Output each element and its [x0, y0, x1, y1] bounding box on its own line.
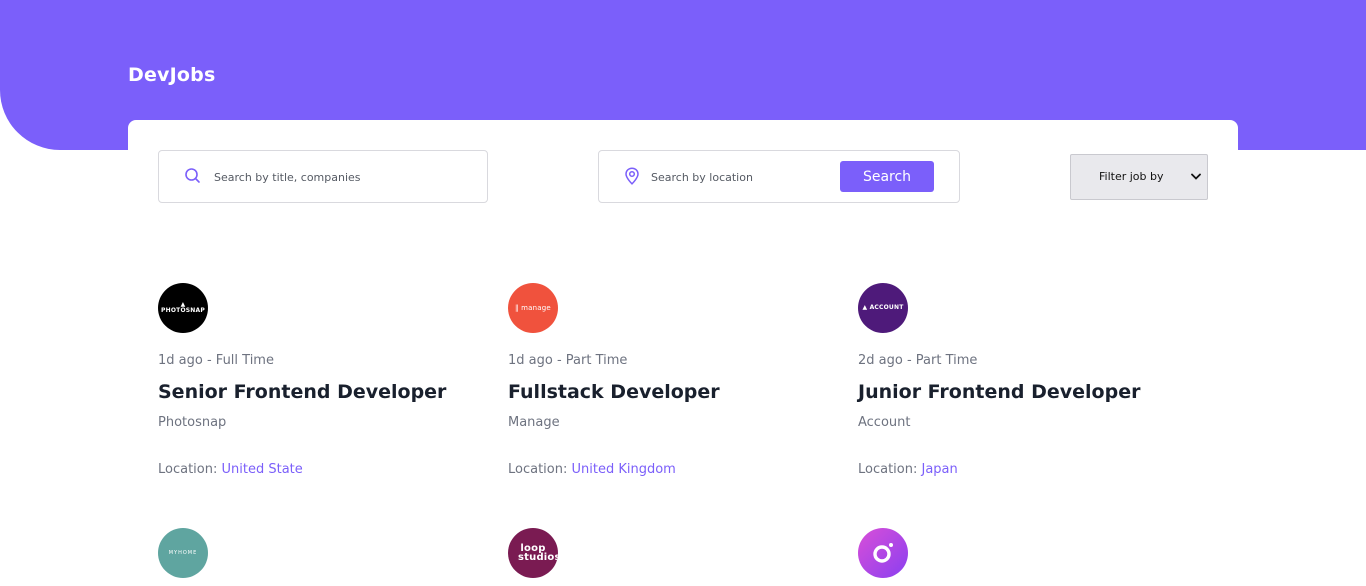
filter-job-label: Filter job by — [1099, 170, 1164, 183]
job-card[interactable]: ‖ manage 1d ago - Part Time Fullstack De… — [508, 283, 838, 483]
job-location: Location: United State — [158, 462, 303, 477]
search-panel: Search Filter job by — [128, 120, 1238, 230]
job-title[interactable]: Fullstack Developer — [508, 381, 720, 403]
job-card[interactable]: ▲ PHOTOSNAP 1d ago - Full Time Senior Fr… — [158, 283, 488, 483]
meta-separator: - — [552, 353, 566, 368]
job-meta: 1d ago - Full Time — [158, 353, 274, 368]
location-value: Japan — [921, 462, 958, 477]
company-logo: ‖ manage — [508, 283, 558, 333]
company-logo-text: ‖ manage — [515, 303, 551, 312]
contract-type: Full Time — [215, 353, 274, 368]
chevron-down-icon — [1191, 173, 1201, 180]
company-logo-text: MYHOME — [168, 549, 198, 556]
company-name: Manage — [508, 415, 560, 430]
job-meta: 1d ago - Part Time — [508, 353, 627, 368]
company-logo-text: ▲ PHOTOSNAP — [161, 301, 205, 314]
company-logo-text: loop studios — [518, 542, 558, 563]
job-meta: 2d ago - Part Time — [858, 353, 977, 368]
meta-separator: - — [902, 353, 916, 368]
title-search-input[interactable] — [214, 165, 474, 189]
company-logo[interactable] — [858, 528, 908, 578]
location-label: Location: — [858, 462, 922, 477]
search-button[interactable]: Search — [840, 161, 934, 192]
location-search-input[interactable] — [651, 165, 831, 189]
meta-separator: - — [202, 353, 216, 368]
company-name: Photosnap — [158, 415, 227, 430]
company-logo: ▲ ACCOUNT — [858, 283, 908, 333]
job-title[interactable]: Junior Frontend Developer — [858, 381, 1140, 403]
posted-time: 2d ago — [858, 353, 903, 368]
filter-job-select[interactable]: Filter job by — [1070, 154, 1208, 200]
title-search-field[interactable] — [158, 150, 488, 203]
posted-time: 1d ago — [508, 353, 553, 368]
location-value: United State — [221, 462, 303, 477]
company-logo-text: ▲ ACCOUNT — [862, 304, 904, 311]
job-location: Location: Japan — [858, 462, 958, 477]
location-value: United Kingdom — [571, 462, 676, 477]
location-label: Location: — [158, 462, 222, 477]
company-logo[interactable]: MYHOME — [158, 528, 208, 578]
brand-logo[interactable]: DevJobs — [128, 64, 215, 86]
contract-type: Part Time — [915, 353, 978, 368]
posted-time: 1d ago — [158, 353, 203, 368]
ring-logo-icon — [873, 543, 893, 563]
location-pin-icon — [625, 167, 639, 185]
contract-type: Part Time — [565, 353, 628, 368]
job-card[interactable]: ▲ ACCOUNT 2d ago - Part Time Junior Fron… — [858, 283, 1188, 483]
job-location: Location: United Kingdom — [508, 462, 676, 477]
location-search-field[interactable]: Search — [598, 150, 960, 203]
company-logo[interactable]: loop studios — [508, 528, 558, 578]
search-icon — [185, 168, 200, 183]
location-label: Location: — [508, 462, 572, 477]
job-title[interactable]: Senior Frontend Developer — [158, 381, 446, 403]
company-name: Account — [858, 415, 911, 430]
company-logo: ▲ PHOTOSNAP — [158, 283, 208, 333]
